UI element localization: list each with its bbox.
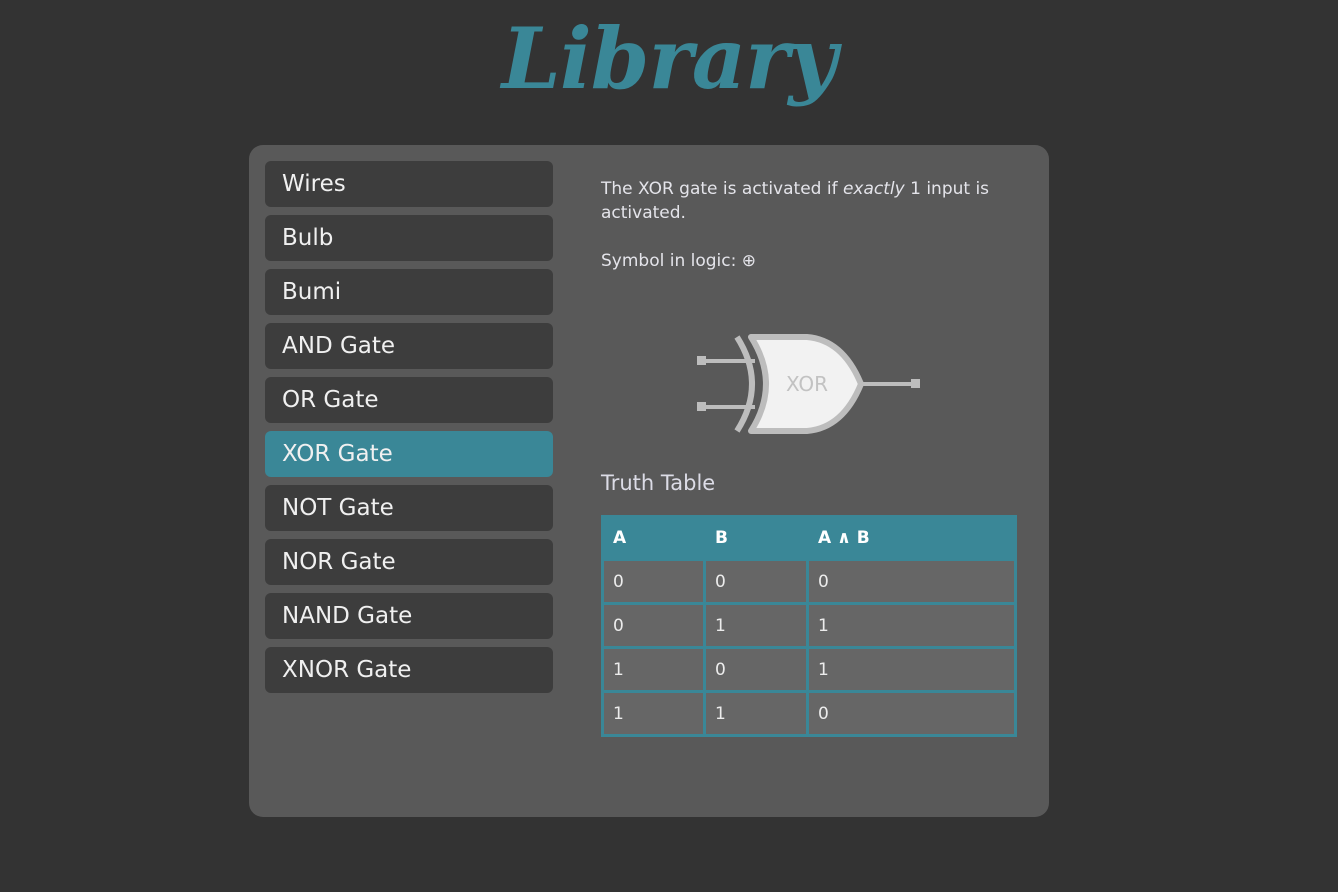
gate-description: The XOR gate is activated if exactly 1 i… [601,177,1021,225]
library-panel: Wires Bulb Bumi AND Gate OR Gate XOR Gate NOT … [249,145,1049,817]
truth-table-cell: 0 [604,561,703,602]
truth-table-cell: 0 [809,561,1014,602]
nav-item-nand-gate[interactable]: NAND Gate [265,593,553,639]
component-detail: The XOR gate is activated if exactly 1 i… [601,177,1021,737]
nav-item-and-gate[interactable]: AND Gate [265,323,553,369]
truth-table-cell: 1 [809,605,1014,646]
description-text-start: The XOR gate is activated if [601,179,843,199]
truth-table-row: 000 [604,561,1014,602]
truth-table-cell: 0 [809,693,1014,734]
truth-table: A B A ∧ B 000011101110 [601,515,1017,737]
truth-table-cell: 1 [604,649,703,690]
nav-item-or-gate[interactable]: OR Gate [265,377,553,423]
xor-gate-diagram: XOR [697,334,920,434]
nav-item-bulb[interactable]: Bulb [265,215,553,261]
nav-item-xor-gate[interactable]: XOR Gate [265,431,553,477]
truth-table-row: 110 [604,693,1014,734]
nav-item-bumi[interactable]: Bumi [265,269,553,315]
column-header-a: A [604,518,703,558]
column-header-b: B [706,518,806,558]
xor-input-curve [734,335,755,433]
nav-item-wires[interactable]: Wires [265,161,553,207]
logic-symbol-label: Symbol in logic: [601,251,742,271]
truth-table-row: 011 [604,605,1014,646]
library-logo: Library [501,9,837,108]
truth-table-cell: 0 [706,649,806,690]
truth-table-cell: 1 [706,605,806,646]
truth-table-cell: 0 [604,605,703,646]
truth-table-cell: 0 [706,561,806,602]
truth-table-header-row: A B A ∧ B [604,518,1014,558]
truth-table-title: Truth Table [601,471,716,495]
xor-symbol-glyph: ⊕ [741,251,756,271]
component-nav: Wires Bulb Bumi AND Gate OR Gate XOR Gate NOT … [265,161,553,701]
logic-symbol-line: Symbol in logic: ⊕ [601,249,1021,273]
truth-table-cell: 1 [604,693,703,734]
output-wire [861,379,920,388]
nav-item-xnor-gate[interactable]: XNOR Gate [265,647,553,693]
nav-item-nor-gate[interactable]: NOR Gate [265,539,553,585]
truth-table-cell: 1 [706,693,806,734]
description-emphasis: exactly [842,179,905,199]
column-header-output: A ∧ B [809,518,1014,558]
gate-label: XOR [786,372,828,396]
nav-item-not-gate[interactable]: NOT Gate [265,485,553,531]
truth-table-row: 101 [604,649,1014,690]
truth-table-cell: 1 [809,649,1014,690]
